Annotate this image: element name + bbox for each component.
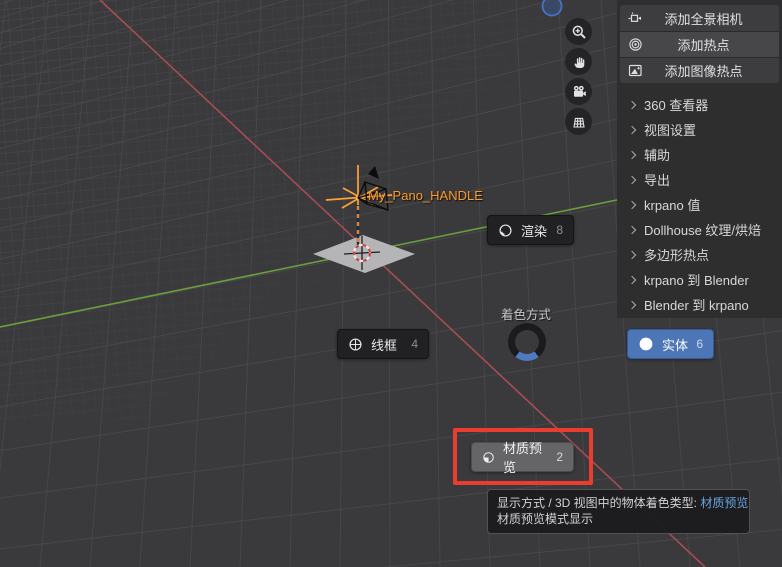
add-hotspot-button[interactable]: 添加热点 bbox=[620, 31, 779, 57]
sidebar-panel: 添加全景相机 添加热点 添加图像热点 360 查看器 视图设置 辅助 导出 kr… bbox=[617, 0, 782, 318]
chevron-right-icon bbox=[627, 250, 637, 259]
panel-label: 辅助 bbox=[644, 148, 671, 163]
pie-item-hotkey: 6 bbox=[696, 337, 703, 351]
grid-view-button[interactable] bbox=[565, 108, 592, 135]
action-label: 添加图像热点 bbox=[664, 64, 743, 79]
panel-label: Blender 到 krpano bbox=[644, 298, 749, 313]
zoom-in-icon bbox=[572, 25, 586, 39]
plane-object[interactable] bbox=[313, 235, 415, 273]
tooltip-line1: 显示方式 / 3D 视图中的物体着色类型: 材质预览 bbox=[497, 495, 748, 511]
pan-button[interactable] bbox=[565, 48, 592, 75]
pie-menu-title: 着色方式 bbox=[500, 308, 551, 322]
pie-item-hotkey: 4 bbox=[411, 337, 418, 351]
orbit-gizmo[interactable] bbox=[541, 0, 563, 17]
panel-label: krpano 到 Blender bbox=[644, 273, 749, 288]
panel-label: 360 查看器 bbox=[644, 98, 709, 113]
grid-ortho-icon bbox=[572, 117, 585, 128]
panel-label: krpano 值 bbox=[644, 198, 701, 213]
add-image-hotspot-button[interactable]: 添加图像热点 bbox=[620, 57, 779, 83]
panel-label: 多边形热点 bbox=[644, 248, 710, 263]
camera-view-button[interactable] bbox=[565, 78, 592, 105]
zoom-in-button[interactable] bbox=[565, 18, 592, 45]
image-hotspot-icon bbox=[620, 63, 650, 78]
pie-item-label: 渲染 bbox=[521, 223, 548, 239]
pie-menu-direction-ring bbox=[508, 323, 546, 361]
hotspot-target-icon bbox=[620, 37, 650, 52]
panel-label: 视图设置 bbox=[644, 123, 697, 138]
wireframe-sphere-icon bbox=[349, 337, 362, 351]
panorama-camera-icon bbox=[620, 11, 650, 26]
panel-header-export[interactable]: 导出 bbox=[617, 167, 782, 192]
blender-viewport: My_Pano_HANDLE 着色方式 线框 4 渲染 8 实体 6 材质预览 … bbox=[0, 0, 782, 567]
panel-header-view-settings[interactable]: 视图设置 bbox=[617, 117, 782, 142]
pie-item-label: 实体 bbox=[662, 337, 689, 353]
tooltip: 显示方式 / 3D 视图中的物体着色类型: 材质预览 材质预览模式显示 bbox=[487, 489, 750, 534]
x-axis-line bbox=[99, 0, 706, 567]
panel-label: 导出 bbox=[644, 173, 671, 188]
tooltip-line1-value: 材质预览 bbox=[700, 496, 749, 510]
panel-header-blender-to-krpano[interactable]: Blender 到 krpano bbox=[617, 292, 782, 317]
panel-header-krpano-values[interactable]: krpano 值 bbox=[617, 192, 782, 217]
pan-hand-icon bbox=[574, 56, 584, 68]
tooltip-line2: 材质预览模式显示 bbox=[497, 512, 594, 526]
panel-header-360-viewer[interactable]: 360 查看器 bbox=[617, 92, 782, 117]
chevron-right-icon bbox=[627, 150, 637, 159]
camera-view-icon bbox=[573, 85, 586, 97]
panel-label: Dollhouse 纹理/烘焙 bbox=[644, 223, 762, 238]
chevron-right-icon bbox=[627, 200, 637, 209]
pie-item-rendered[interactable]: 渲染 8 bbox=[487, 215, 574, 245]
chevron-right-icon bbox=[627, 100, 637, 109]
chevron-right-icon bbox=[627, 125, 637, 134]
pie-item-wireframe[interactable]: 线框 4 bbox=[337, 329, 429, 359]
annotation-highlight-box bbox=[453, 428, 593, 485]
chevron-right-icon bbox=[627, 175, 637, 184]
object-name-label: My_Pano_HANDLE bbox=[368, 188, 483, 203]
pie-item-hotkey: 8 bbox=[556, 223, 563, 237]
pie-item-label: 线框 bbox=[371, 337, 398, 353]
add-panorama-camera-button[interactable]: 添加全景相机 bbox=[620, 5, 779, 31]
rendered-sphere-icon bbox=[499, 223, 512, 237]
panel-header-polygon-hotspot[interactable]: 多边形热点 bbox=[617, 242, 782, 267]
panel-header-helpers[interactable]: 辅助 bbox=[617, 142, 782, 167]
sidebar-action-group: 添加全景相机 添加热点 添加图像热点 bbox=[620, 5, 779, 83]
chevron-right-icon bbox=[627, 300, 637, 309]
action-label: 添加热点 bbox=[677, 38, 730, 53]
solid-sphere-icon bbox=[639, 337, 653, 351]
action-label: 添加全景相机 bbox=[664, 11, 743, 27]
chevron-right-icon bbox=[627, 275, 637, 284]
pie-item-solid[interactable]: 实体 6 bbox=[627, 329, 714, 359]
tooltip-line1-text: 显示方式 / 3D 视图中的物体着色类型: bbox=[497, 496, 701, 510]
panel-header-dollhouse-bake[interactable]: Dollhouse 纹理/烘焙 bbox=[617, 217, 782, 242]
panel-header-krpano-to-blender[interactable]: krpano 到 Blender bbox=[617, 267, 782, 292]
chevron-right-icon bbox=[627, 225, 637, 234]
